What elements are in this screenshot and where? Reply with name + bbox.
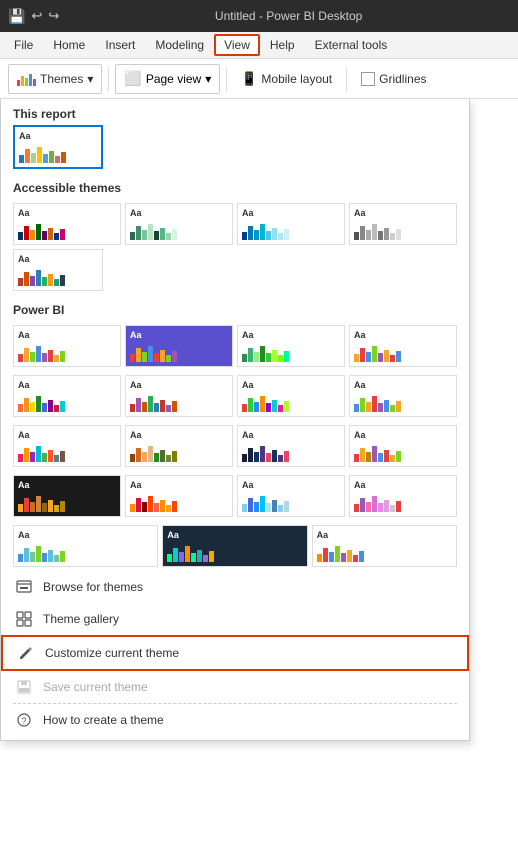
browse-for-themes[interactable]: Browse for themes	[1, 571, 469, 603]
powerbi-themes-row2: Aa Aa	[1, 371, 469, 421]
title-bar-icons: 💾 ↩ ↪	[8, 8, 59, 25]
theme-gallery-label: Theme gallery	[43, 612, 119, 626]
powerbi-themes-row4: Aa Aa	[1, 471, 469, 521]
menu-external-tools[interactable]: External tools	[305, 34, 398, 56]
gridlines-label: Gridlines	[379, 72, 426, 86]
undo-icon[interactable]: ↩	[31, 8, 42, 24]
powerbi-themes-row1: Aa Aa	[1, 321, 469, 371]
redo-icon[interactable]: ↪	[48, 8, 59, 24]
this-report-grid: Aa	[1, 125, 469, 173]
menu-view[interactable]: View	[214, 34, 260, 56]
browse-icon	[15, 578, 33, 596]
themes-button[interactable]: Themes ▾	[8, 64, 102, 94]
theme-pbi-3[interactable]: Aa	[237, 325, 345, 367]
menu-modeling[interactable]: Modeling	[145, 34, 214, 56]
theme-card-a4[interactable]: Aa	[349, 203, 457, 245]
theme-pbi-17[interactable]: Aa	[13, 525, 158, 567]
theme-pbi-1[interactable]: Aa	[13, 325, 121, 367]
page-view-label: Page view	[146, 72, 201, 86]
theme-card-current[interactable]: Aa	[13, 125, 103, 169]
customize-icon	[17, 644, 35, 662]
browse-for-themes-label: Browse for themes	[43, 580, 143, 594]
theme-pbi-14[interactable]: Aa	[125, 475, 233, 517]
gridlines-toggle[interactable]: Gridlines	[353, 68, 434, 90]
theme-pbi-19[interactable]: Aa	[312, 525, 457, 567]
page-view-button[interactable]: ⬜ Page view ▾	[115, 64, 220, 94]
theme-pbi-10[interactable]: Aa	[125, 425, 233, 467]
theme-card-a5[interactable]: Aa	[13, 249, 103, 291]
powerbi-themes-row3: Aa Aa	[1, 421, 469, 471]
save-theme-icon	[15, 678, 33, 696]
themes-label: Themes	[40, 72, 83, 86]
theme-pbi-11[interactable]: Aa	[237, 425, 345, 467]
ribbon-sep-3	[346, 67, 347, 91]
theme-gallery[interactable]: Theme gallery	[1, 603, 469, 635]
themes-dropdown: This report Aa Accessible themes Aa	[0, 99, 470, 741]
ribbon-sep-1	[108, 67, 109, 91]
svg-text:?: ?	[21, 716, 26, 726]
themes-chevron: ▾	[87, 72, 93, 86]
theme-pbi-2[interactable]: Aa	[125, 325, 233, 367]
menu-insert[interactable]: Insert	[95, 34, 145, 56]
save-icon[interactable]: 💾	[8, 8, 25, 25]
theme-pbi-18[interactable]: Aa	[162, 525, 307, 567]
theme-card-a1[interactable]: Aa	[13, 203, 121, 245]
save-current-theme-label: Save current theme	[43, 680, 148, 694]
theme-pbi-12[interactable]: Aa	[349, 425, 457, 467]
ribbon: Themes ▾ ⬜ Page view ▾ 📱 Mobile layout G…	[0, 59, 518, 99]
theme-pbi-15[interactable]: Aa	[237, 475, 345, 517]
customize-current-theme-label: Customize current theme	[45, 646, 179, 660]
theme-card-a3[interactable]: Aa	[237, 203, 345, 245]
theme-pbi-7[interactable]: Aa	[237, 375, 345, 417]
this-report-label: This report	[1, 99, 469, 125]
powerbi-label: Power BI	[1, 295, 469, 321]
accessible-themes-grid: Aa Aa	[1, 199, 469, 249]
mobile-layout-toggle[interactable]: 📱 Mobile layout	[233, 67, 340, 91]
theme-pbi-4[interactable]: Aa	[349, 325, 457, 367]
ribbon-sep-2	[226, 67, 227, 91]
theme-pbi-6[interactable]: Aa	[125, 375, 233, 417]
accessible-themes-label: Accessible themes	[1, 173, 469, 199]
themes-icon	[17, 72, 36, 86]
customize-current-theme[interactable]: Customize current theme	[1, 635, 469, 671]
menu-help[interactable]: Help	[260, 34, 305, 56]
how-to-create[interactable]: ? How to create a theme	[1, 704, 469, 736]
accessible-themes-row2: Aa	[1, 249, 469, 295]
window-title: Untitled - Power BI Desktop	[67, 9, 510, 23]
theme-pbi-13[interactable]: Aa	[13, 475, 121, 517]
theme-bars	[19, 143, 66, 163]
gridlines-checkbox[interactable]	[361, 72, 375, 86]
menu-file[interactable]: File	[4, 34, 43, 56]
help-icon: ?	[15, 711, 33, 729]
save-current-theme[interactable]: Save current theme	[1, 671, 469, 703]
theme-pbi-8[interactable]: Aa	[349, 375, 457, 417]
theme-pbi-5[interactable]: Aa	[13, 375, 121, 417]
theme-pbi-16[interactable]: Aa	[349, 475, 457, 517]
menu-home[interactable]: Home	[43, 34, 95, 56]
powerbi-themes-row5: Aa Aa	[1, 521, 469, 571]
how-to-create-label: How to create a theme	[43, 713, 164, 727]
theme-pbi-9[interactable]: Aa	[13, 425, 121, 467]
title-bar: 💾 ↩ ↪ Untitled - Power BI Desktop	[0, 0, 518, 32]
theme-card-a2[interactable]: Aa	[125, 203, 233, 245]
mobile-layout-label: Mobile layout	[261, 72, 332, 86]
gallery-icon	[15, 610, 33, 628]
menu-bar: File Home Insert Modeling View Help Exte…	[0, 32, 518, 59]
